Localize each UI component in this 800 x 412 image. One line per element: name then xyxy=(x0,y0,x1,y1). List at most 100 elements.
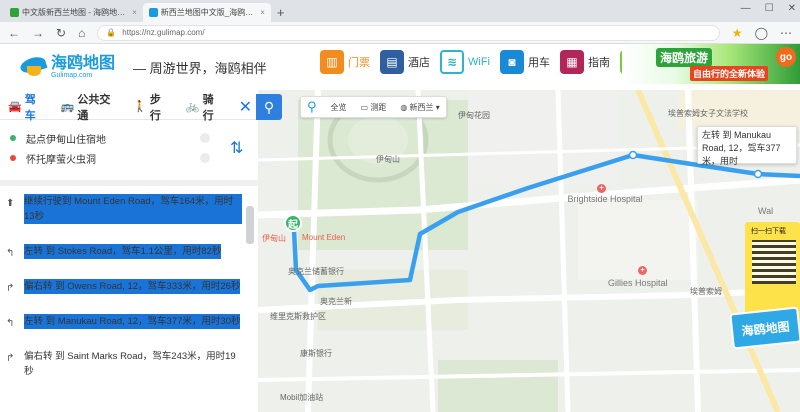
menu-icon[interactable]: ⋯ xyxy=(780,26,792,40)
tab-title: 中文版新西兰地图 - 海鸥地… xyxy=(22,8,126,17)
route-step[interactable]: ⬆ 继续行驶到 Mount Eden Road，驾车164米，用时13秒 xyxy=(0,190,248,228)
nav-guide[interactable]: ▦ 指南 xyxy=(560,50,610,74)
step-text: 偏右转 到 Saint Marks Road，驾车243米，用时19秒 xyxy=(24,351,236,377)
step-text: 继续行驶到 Mount Eden Road，驾车164米，用时13秒 xyxy=(24,194,242,224)
refresh-icon[interactable]: ↻ xyxy=(56,26,66,40)
close-window-icon[interactable]: ✕ xyxy=(788,3,796,14)
start-point-field[interactable]: 起点伊甸山住宿地 xyxy=(10,128,216,148)
route-tooltip: 左转 到 Manukau Road, 12，驾车377米，用时 xyxy=(697,126,797,166)
map-toolbar: ⚲ 全览 ▭ 测距 ◍ 新西兰 ▾ xyxy=(300,96,447,118)
tab-label: 驾车 xyxy=(24,93,36,122)
ruler-button[interactable]: ▭ 测距 xyxy=(361,102,387,113)
route-step[interactable]: ↰ 左转 到 Stokes Road，驾车1.1公里，用时82秒 xyxy=(0,240,248,263)
map-label: Mount Eden xyxy=(302,233,346,242)
start-point-text: 起点伊甸山住宿地 xyxy=(26,134,106,146)
map-label: 奥克兰储蓄银行 xyxy=(288,267,344,276)
nav-label: 酒店 xyxy=(408,57,430,69)
minimize-icon[interactable]: — xyxy=(741,3,751,14)
close-tab-icon[interactable]: × xyxy=(260,8,265,17)
url-field[interactable]: 🔒 https://nz.gulimap.com/ xyxy=(97,24,720,41)
steps-scrollbar[interactable] xyxy=(246,206,254,244)
forward-icon[interactable]: → xyxy=(32,26,44,40)
maximize-icon[interactable]: ☐ xyxy=(765,3,774,14)
app-promo-badge[interactable]: 海鸥地图 xyxy=(729,306,800,350)
ruler-label: 测距 xyxy=(370,102,387,112)
region-label: 新西兰 xyxy=(409,102,434,112)
banner-title: 海鸥旅游 xyxy=(656,48,713,67)
qr-code-icon xyxy=(752,240,796,284)
bookmark-star-icon[interactable]: ★ xyxy=(732,26,743,40)
close-tab-icon[interactable]: × xyxy=(132,8,137,17)
divider xyxy=(0,180,258,186)
location-pin-icon[interactable]: ⚲ xyxy=(307,99,317,115)
lock-icon: 🔒 xyxy=(106,28,117,37)
bear-right-icon: ↱ xyxy=(6,353,15,364)
logo-en: Gulimap.com xyxy=(51,71,93,79)
clear-start-icon[interactable] xyxy=(200,133,210,143)
nav-hotels[interactable]: ▤ 酒店 xyxy=(380,50,430,74)
step-text: 偏右转 到 Owens Road, 12，驾车333米，用时26秒 xyxy=(24,279,241,294)
overview-button[interactable]: 全览 xyxy=(331,102,347,113)
route-step[interactable]: ↰ 左转 到 Manukau Road, 12，驾车377米，用时30秒 xyxy=(0,310,248,333)
swap-icon[interactable]: ⇅ xyxy=(230,138,243,158)
map-label: 奥克兰新 xyxy=(320,297,352,306)
home-icon[interactable]: ⌂ xyxy=(78,26,85,40)
hotel-icon: ▤ xyxy=(380,50,404,74)
browser-tab[interactable]: 中文版新西兰地图 - 海鸥地… × xyxy=(4,3,143,22)
map-label: Wal xyxy=(758,206,774,216)
travel-mode-tabs: 🚘 驾车 🚌 公共交通 🚶 步行 🚲 骑行 ✕ xyxy=(0,91,258,123)
tab-title: 新西兰地图中文版_海鸥… xyxy=(160,8,254,17)
tab-label: 公共交通 xyxy=(77,93,111,122)
new-tab-button[interactable]: + xyxy=(271,3,291,22)
qr-title: 扫一扫下载 xyxy=(751,228,786,235)
route-step[interactable]: ↱ 偏右转 到 Owens Road, 12，驾车333米，用时26秒 xyxy=(0,275,248,298)
route-steps: ⬆ 继续行驶到 Mount Eden Road，驾车164米，用时13秒 ↰ 左… xyxy=(0,190,248,412)
end-point-field[interactable]: 怀托摩萤火虫洞 xyxy=(10,148,216,168)
logo-cn: 海鸥地图 xyxy=(51,54,116,72)
region-select[interactable]: ◍ 新西兰 ▾ xyxy=(400,102,439,113)
ticket-icon: ▥ xyxy=(320,50,344,74)
nav-wifi[interactable]: ≋ WiFi xyxy=(440,50,490,74)
site-logo[interactable]: 海鸥地图 Gulimap.com xyxy=(18,54,115,80)
close-panel-icon[interactable]: ✕ xyxy=(239,97,252,117)
clear-end-icon[interactable] xyxy=(200,153,210,163)
tab-label: 步行 xyxy=(149,93,161,122)
site-slogan: — 周游世界，海鸥相伴 xyxy=(133,60,267,76)
bike-icon: 🚲 xyxy=(185,101,200,113)
tab-label: 骑行 xyxy=(202,93,214,122)
map-label: 埃普索姆 xyxy=(690,287,722,296)
map-label: 康斯银行 xyxy=(300,349,332,358)
address-bar: ← → ↻ ⌂ 🔒 https://nz.gulimap.com/ ★ ◯ ⋯ xyxy=(0,22,800,44)
favicon-icon xyxy=(148,8,158,17)
tab-drive[interactable]: 🚘 驾车 xyxy=(8,91,43,123)
back-icon[interactable]: ← xyxy=(8,26,20,40)
turn-left-icon: ↰ xyxy=(6,318,15,329)
step-text: 左转 到 Manukau Road, 12，驾车377米，用时30秒 xyxy=(24,314,241,329)
favicon-icon xyxy=(10,8,19,17)
tab-bike[interactable]: 🚲 骑行 xyxy=(186,91,221,123)
end-dot-icon xyxy=(10,155,16,161)
bus-icon: 🚌 xyxy=(60,101,75,113)
promo-banner[interactable]: 海鸥旅游 自由行的全新体验 go xyxy=(622,44,800,84)
nav-car[interactable]: ◙ 用车 xyxy=(500,50,550,74)
map-label: 埃普索姆女子文法学校 xyxy=(668,109,748,118)
route-step[interactable]: ↱ 偏右转 到 Saint Marks Road，驾车243米，用时19秒 xyxy=(0,345,248,383)
hospital-icon: + xyxy=(638,266,647,275)
profile-icon[interactable]: ◯ xyxy=(755,26,768,40)
hospital-icon: + xyxy=(597,184,606,193)
banner-subtitle: 自由行的全新体验 xyxy=(690,66,769,81)
map-label: Brightside Hospital xyxy=(567,194,643,204)
search-icon: ⚲ xyxy=(263,98,275,115)
guide-icon: ▦ xyxy=(560,50,584,74)
nav-label: 指南 xyxy=(588,57,610,69)
start-marker[interactable]: 起 xyxy=(284,214,302,232)
wifi-icon: ≋ xyxy=(440,50,464,74)
route-panel: 🚘 驾车 🚌 公共交通 🚶 步行 🚲 骑行 ✕ 起点伊甸山住宿地 怀托摩萤火虫洞… xyxy=(0,94,258,412)
tab-walk[interactable]: 🚶 步行 xyxy=(133,91,168,123)
browser-tab-active[interactable]: 新西兰地图中文版_海鸥… × xyxy=(142,3,271,22)
route-endpoints: 起点伊甸山住宿地 怀托摩萤火虫洞 xyxy=(0,122,226,172)
search-button[interactable]: ⚲ xyxy=(256,94,282,120)
start-dot-icon xyxy=(10,135,16,141)
tab-transit[interactable]: 🚌 公共交通 xyxy=(61,91,115,123)
nav-tickets[interactable]: ▥ 门票 xyxy=(320,50,370,74)
